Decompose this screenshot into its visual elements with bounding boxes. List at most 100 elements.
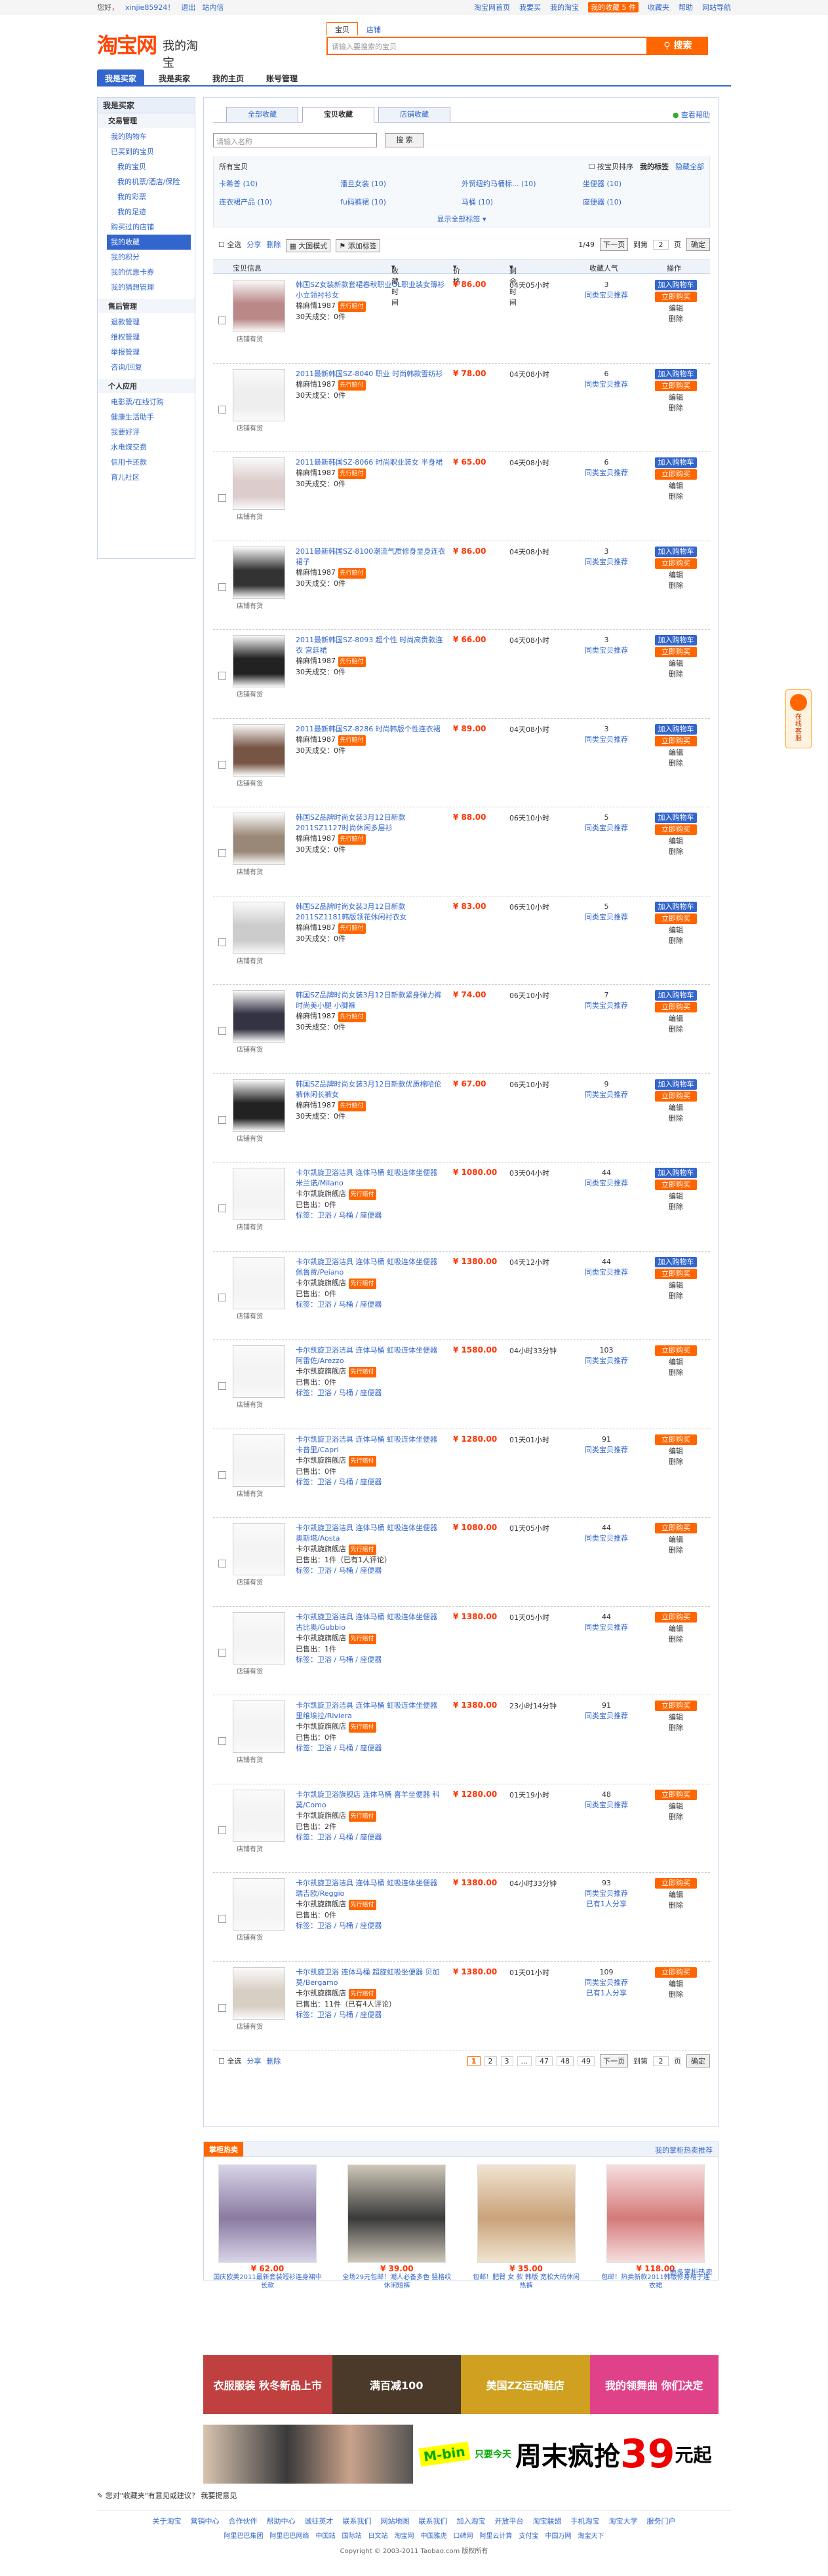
item-title-link[interactable]: 卡尔凯旋卫浴洁具 连体马桶 虹吸连体坐便器 阿雷佐/Arezzo	[296, 1345, 446, 1366]
footer-link[interactable]: 淘宝大学	[609, 2516, 638, 2526]
footer-group-link[interactable]: 中国站	[316, 2530, 336, 2540]
add-to-cart-button[interactable]: 加入购物车	[655, 635, 697, 645]
footer-link[interactable]: 帮助中心	[267, 2516, 296, 2526]
edit-link[interactable]: 编辑	[650, 1535, 702, 1545]
footer-link[interactable]: 手机淘宝	[571, 2516, 600, 2526]
row-checkbox[interactable]	[218, 1204, 226, 1212]
share-button[interactable]: 分享	[246, 239, 261, 252]
edit-link[interactable]: 编辑	[650, 1712, 702, 1723]
product-image[interactable]	[233, 457, 285, 510]
delete-link[interactable]: 删除	[650, 669, 702, 680]
delete-link[interactable]: 删除	[650, 1024, 702, 1035]
logout-link[interactable]: 退出	[181, 2, 195, 12]
footer-link[interactable]: 淘宝联盟	[533, 2516, 562, 2526]
sidebar-item[interactable]: 我的机票/酒店/保险	[98, 174, 195, 189]
sidebar-item[interactable]: 我的积分	[98, 250, 195, 265]
add-to-cart-button[interactable]: 加入购物车	[655, 723, 697, 735]
sidebar-item[interactable]: 购买过的店铺	[98, 220, 195, 235]
row-checkbox[interactable]	[218, 1737, 226, 1745]
footer-group-link[interactable]: 国际站	[342, 2530, 362, 2540]
messages-link[interactable]: 站内信	[202, 2, 224, 12]
item-tags[interactable]: 标签：卫浴 / 马桶 / 座便器	[296, 1210, 446, 1221]
show-all-tags-link[interactable]: 显示全部标签 ▾	[437, 214, 486, 224]
seller-name[interactable]: 卡尔凯旋旗舰店	[296, 1189, 346, 1198]
tab-shop-favorites[interactable]: 店铺收藏	[378, 107, 450, 123]
name-filter-input[interactable]: 请输入名称	[213, 133, 377, 147]
edit-link[interactable]: 编辑	[650, 481, 702, 491]
ad-banner[interactable]: 美国ZZ运动鞋店	[461, 2355, 590, 2414]
row-checkbox[interactable]	[218, 2003, 226, 2012]
row-checkbox[interactable]	[218, 1293, 226, 1301]
col-remaining-time[interactable]: 剩余时间 ▾	[509, 263, 517, 307]
share-count[interactable]: 已有1人分享	[580, 1899, 633, 1910]
sidebar-item[interactable]: 健康生活助手	[98, 410, 195, 425]
row-checkbox[interactable]	[218, 760, 226, 769]
buy-now-button[interactable]: 立即购买	[655, 380, 697, 391]
rec-more-bottom-link[interactable]: 更多掌柜热卖	[669, 2267, 713, 2277]
page-number-input[interactable]: 2	[653, 239, 669, 250]
page-link[interactable]: 49	[578, 2056, 595, 2066]
similar-items-link[interactable]: 同类宝贝推荐	[580, 557, 633, 567]
add-to-cart-button[interactable]: 加入购物车	[655, 901, 697, 912]
edit-link[interactable]: 编辑	[650, 303, 702, 314]
add-to-cart-button[interactable]: 加入购物车	[655, 280, 697, 290]
item-title-link[interactable]: 2011最新韩国SZ-8286 时尚韩版个性连衣裙	[296, 724, 446, 735]
item-title-link[interactable]: 2011最新韩国SZ-8066 时尚职业装女 半身裙	[296, 457, 446, 468]
nav-tab-homepage[interactable]: 我的主页	[205, 69, 252, 85]
delete-link[interactable]: 删除	[650, 1723, 702, 1733]
item-title-link[interactable]: 韩国SZ品牌时尚女装3月12日新款2011SZ1127时尚休闲多层衫	[296, 813, 446, 834]
footer-group-link[interactable]: 日文站	[368, 2530, 388, 2540]
item-title-link[interactable]: 韩国SZ品牌时尚女装3月12日新款紧身弹力裤 时尚美小腿 小脚裤	[296, 990, 446, 1011]
similar-items-link[interactable]: 同类宝贝推荐	[580, 290, 633, 301]
delete-link[interactable]: 删除	[650, 847, 702, 857]
rec-item-image[interactable]	[606, 2164, 705, 2263]
edit-link[interactable]: 编辑	[650, 748, 702, 758]
footer-group-link[interactable]: 阿里巴巴网络	[270, 2530, 309, 2540]
tag-link[interactable]: 卡希普 (10)	[219, 178, 340, 189]
buy-now-button[interactable]: 立即购买	[655, 1789, 697, 1800]
product-image[interactable]	[233, 1789, 285, 1842]
site-nav-link[interactable]: 网站导航	[702, 2, 731, 12]
favorites-link[interactable]: 收藏夹	[648, 2, 669, 12]
similar-items-link[interactable]: 同类宝贝推荐	[580, 1800, 633, 1811]
footer-link[interactable]: 服务门户	[647, 2516, 676, 2526]
product-image[interactable]	[233, 901, 285, 954]
buy-now-button[interactable]: 立即购买	[655, 558, 697, 569]
sidebar-item[interactable]: 育儿社区	[98, 470, 195, 485]
buy-link[interactable]: 我要买	[519, 2, 541, 12]
item-title-link[interactable]: 卡尔凯旋卫浴洁具 连体马桶 虹吸连体坐便器 卡普里/Capri	[296, 1434, 446, 1455]
buy-now-button[interactable]: 立即购买	[655, 1345, 697, 1356]
item-title-link[interactable]: 卡尔凯旋卫浴 连体马桶 超旋虹吸坐便器 贝加莫/Bergamo	[296, 1967, 446, 1988]
product-image[interactable]	[233, 1434, 285, 1487]
add-to-cart-button[interactable]: 加入购物车	[655, 368, 697, 379]
product-image[interactable]	[233, 1701, 285, 1753]
buy-now-button[interactable]: 立即购买	[655, 292, 697, 302]
row-checkbox[interactable]	[218, 938, 226, 946]
sidebar-item[interactable]: 维权管理	[98, 330, 195, 345]
item-title-link[interactable]: 卡尔凯旋卫浴洁具 连体马桶 虹吸连体坐便器 瑞吉欧/Reggio	[296, 1878, 446, 1899]
item-title-link[interactable]: 韩国SZ品牌时尚女装3月12日新款2011SZ1181韩版领花休闲衬衣女	[296, 902, 446, 923]
delete-link[interactable]: 删除	[650, 1113, 702, 1124]
help-link[interactable]: ● 查看帮助	[673, 109, 710, 120]
delete-link[interactable]: 删除	[650, 491, 702, 502]
rec-more-top-link[interactable]: 我的掌柜热卖推荐	[655, 2145, 713, 2155]
footer-link[interactable]: 联系我们	[419, 2516, 448, 2526]
rec-item-image[interactable]	[347, 2164, 446, 2263]
share-count[interactable]: 已有1人分享	[580, 1988, 633, 1999]
product-image[interactable]	[233, 280, 285, 332]
item-title-link[interactable]: 2011最新韩国SZ-8093 超个性 时尚高贵款连衣 宫廷裙	[296, 635, 446, 656]
delete-link[interactable]: 删除	[650, 1457, 702, 1467]
select-all-checkbox-bottom[interactable]: ☐ 全选	[218, 2056, 241, 2066]
footer-link[interactable]: 合作伙伴	[229, 2516, 258, 2526]
rec-item[interactable]: ¥ 39.00 全场29元包邮！潮人必备多色 竖格纹休闲短裤	[341, 2164, 452, 2290]
buy-now-button[interactable]: 立即购买	[655, 1523, 697, 1533]
buy-now-button[interactable]: 立即购买	[655, 469, 697, 480]
tag-link[interactable]: fu码裤裙 (10)	[340, 197, 462, 207]
add-to-cart-button[interactable]: 加入购物车	[655, 813, 697, 823]
delete-link[interactable]: 删除	[650, 1291, 702, 1301]
feedback-tip[interactable]: ✎ 您对"收藏夹"有意见或建议？ 我要提意见	[97, 2490, 237, 2501]
tag-link[interactable]: 座便器 (10)	[583, 197, 704, 207]
seller-name[interactable]: 棉麻情1987	[296, 735, 336, 744]
similar-items-link[interactable]: 同类宝贝推荐	[580, 1356, 633, 1366]
weekend-sale-banner[interactable]: M-bin 只要今天 周末疯抢 39 元起	[203, 2425, 719, 2484]
